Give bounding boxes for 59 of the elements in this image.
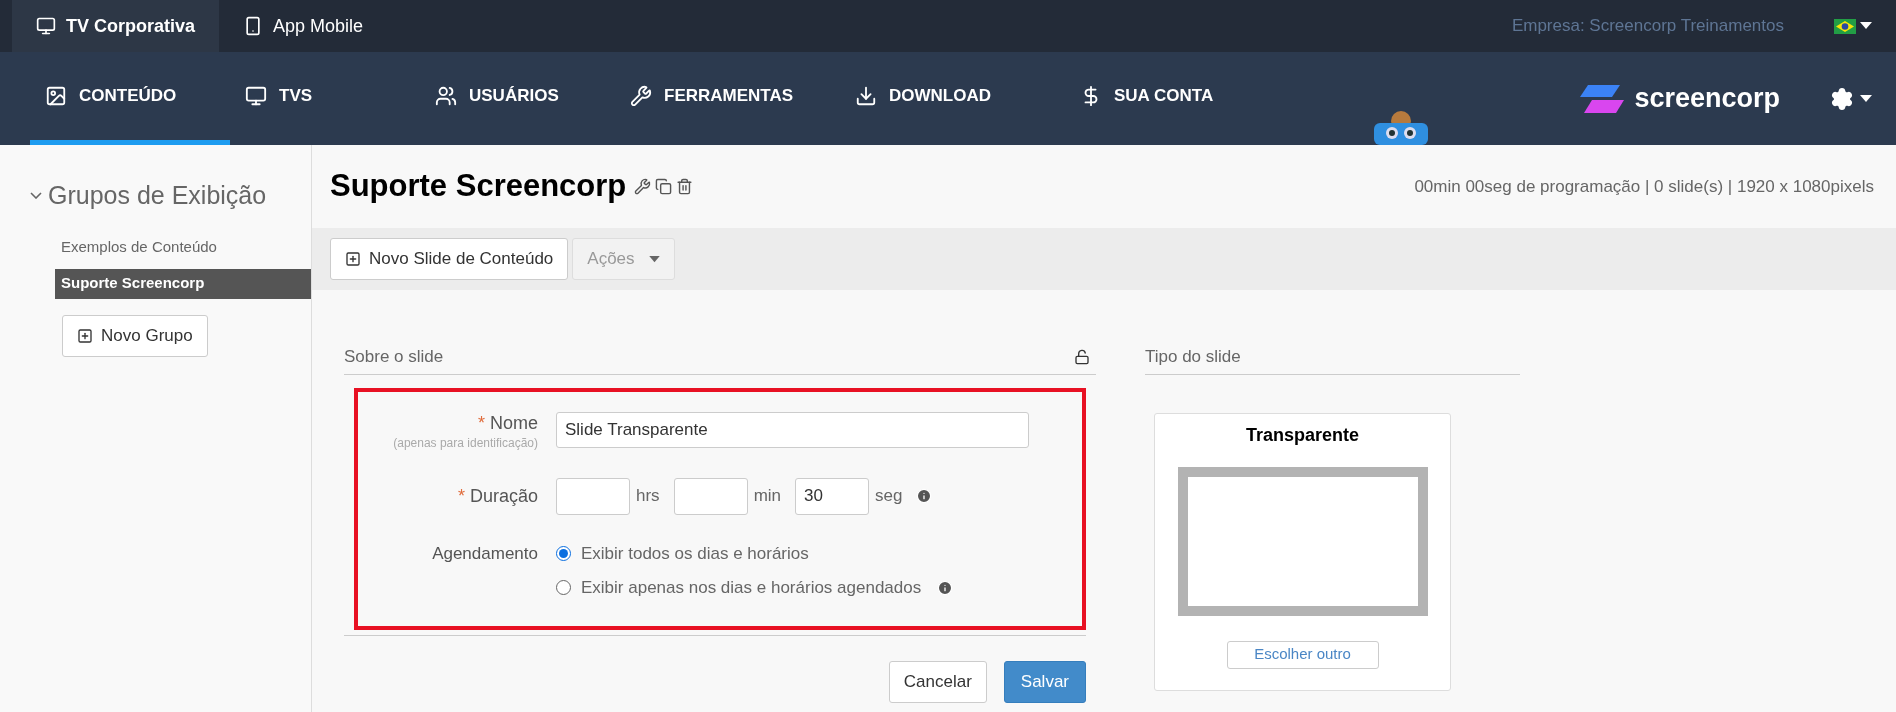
wrench-icon <box>630 85 652 107</box>
sidebar-item[interactable]: Exemplos de Conteúdo <box>55 232 311 263</box>
top-tab[interactable]: TV Corporativa <box>12 0 220 52</box>
radio-label: Exibir apenas nos dias e horários agendados <box>581 577 922 599</box>
monitor-icon <box>36 16 56 36</box>
flag-icon <box>1834 18 1856 34</box>
unit-label: seg <box>875 485 903 508</box>
caret-icon <box>1860 94 1872 103</box>
page-title: Suporte Screencorp <box>330 167 627 206</box>
language-menu[interactable] <box>1834 18 1872 34</box>
sidebar-group-header[interactable]: Grupos de Exibição <box>30 177 267 215</box>
field-hint: (apenas para identificação) <box>393 434 538 452</box>
plus-icon <box>345 251 361 267</box>
card-title: Transparente <box>1245 423 1359 447</box>
cancel-button[interactable]: Cancelar <box>888 660 987 703</box>
top-tab[interactable]: App Mobile <box>219 0 388 52</box>
nav-tab[interactable]: USUÁRIOS <box>420 52 615 145</box>
save-button[interactable]: Salvar <box>1003 660 1086 703</box>
section-title: Tipo do slide <box>1145 344 1520 375</box>
program-info: 00min 00seg de programação | 0 slide(s) | 1920 x 1080pixels <box>1414 175 1874 198</box>
image-icon <box>45 85 67 107</box>
nav-tab[interactable]: DOWNLOAD <box>840 52 1065 145</box>
field-label: Agendamento <box>431 542 538 565</box>
logo-text: screencorp <box>1634 82 1780 116</box>
duration-field[interactable] <box>673 477 748 515</box>
chevron-icon <box>30 192 42 200</box>
new-group-button[interactable]: Novo Grupo <box>62 314 208 357</box>
duration-field[interactable]: 30 <box>795 477 870 515</box>
radio-button[interactable] <box>556 545 571 561</box>
wrench-icon[interactable] <box>634 178 652 195</box>
choose-other-button[interactable]: Escolher outro <box>1226 640 1379 669</box>
nav-tab[interactable]: TVS <box>230 52 420 145</box>
info-icon[interactable] <box>937 579 954 596</box>
settings-icon <box>1830 86 1854 111</box>
nav-tab[interactable]: SUA CONTA <box>1065 52 1225 145</box>
radio-button[interactable] <box>556 580 571 596</box>
unit-label: min <box>753 485 782 508</box>
download-icon <box>855 85 877 107</box>
duration-field[interactable] <box>556 477 630 515</box>
unlock-icon[interactable] <box>1074 348 1090 365</box>
section-title: Sobre o slide <box>344 346 444 368</box>
caret-icon <box>648 255 660 263</box>
plus-icon <box>77 327 93 344</box>
new-slide-button[interactable]: Novo Slide de Conteúdo <box>330 238 569 280</box>
info-icon[interactable] <box>916 488 933 504</box>
trash-icon[interactable] <box>676 178 694 195</box>
copy-icon[interactable] <box>655 178 673 195</box>
users-icon <box>435 85 457 107</box>
radio-label: Exibir todos os dias e horários <box>581 542 809 565</box>
logo-icon <box>1580 84 1625 113</box>
monitor-icon <box>245 85 267 107</box>
nav-tab[interactable]: FERRAMENTAS <box>615 52 840 145</box>
field-label: * Duração <box>456 484 538 508</box>
sidebar-item[interactable]: Suporte Screencorp <box>55 268 311 299</box>
name-field[interactable]: Slide Transparente <box>556 411 1029 448</box>
field-label: * Nome <box>477 411 538 434</box>
company-name: Empresa: Screencorp Treinamentos <box>1511 15 1784 38</box>
caret-icon <box>1860 22 1872 30</box>
unit-label: hrs <box>636 485 660 508</box>
